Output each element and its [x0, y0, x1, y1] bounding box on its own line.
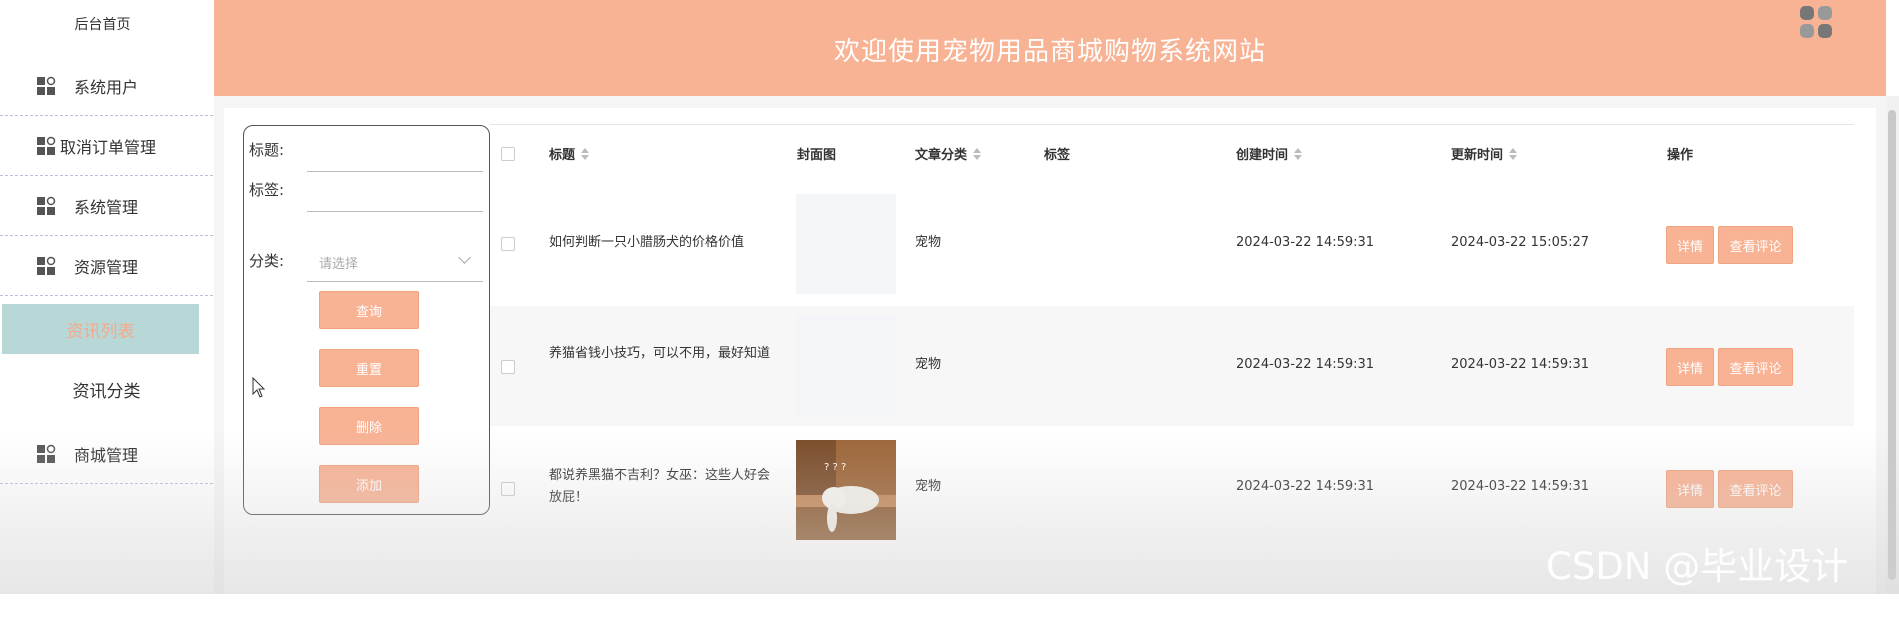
reset-button[interactable]: 重置 [319, 349, 419, 387]
sidebar-item-mall-management[interactable]: 商城管理 [0, 424, 213, 484]
sidebar-item-cancel-orders[interactable]: 取消订单管理 [0, 116, 213, 176]
detail-button[interactable]: 详情 [1666, 470, 1714, 508]
grid-icon [37, 196, 56, 215]
sidebar-item-label: 系统用户 [74, 77, 139, 97]
detail-button[interactable]: 详情 [1666, 226, 1714, 264]
sort-icon [1294, 147, 1303, 160]
table-row: 养猫省钱小技巧，可以不用，最好知道 宠物 2024-03-22 14:59:31… [490, 306, 1854, 426]
row-checkbox[interactable] [501, 237, 515, 251]
title-field-label: 标题: [249, 141, 285, 159]
row-category: 宠物 [915, 479, 942, 494]
grid-icon [37, 136, 56, 155]
row-checkbox[interactable] [501, 482, 515, 496]
sidebar-subitem-news-category[interactable]: 资讯分类 [0, 364, 213, 414]
tag-input[interactable] [307, 211, 483, 212]
row-updated: 2024-03-22 14:59:31 [1451, 357, 1590, 372]
table-top-border [490, 124, 1854, 125]
svg-text:? ? ?: ? ? ? [824, 462, 846, 473]
sidebar-item-label: 取消订单管理 [60, 137, 157, 157]
row-updated: 2024-03-22 15:05:27 [1451, 235, 1590, 250]
column-header-updated[interactable]: 更新时间 [1451, 144, 1518, 163]
column-header-cover: 封面图 [797, 144, 836, 163]
cover-image-placeholder [796, 194, 896, 294]
table-row: 都说养黑猫不吉利？女巫：这些人好会放屁！ ? ? ? 宠物 2024-03-22… [490, 428, 1854, 548]
cover-image-placeholder [796, 316, 896, 416]
row-created: 2024-03-22 14:59:31 [1236, 357, 1375, 372]
sidebar-item-system-management[interactable]: 系统管理 [0, 176, 213, 236]
tag-field-label: 标签: [249, 181, 285, 199]
sidebar-home-link[interactable]: 后台首页 [0, 14, 205, 34]
column-header-label: 操作 [1667, 148, 1694, 163]
column-header-created[interactable]: 创建时间 [1236, 144, 1303, 163]
chevron-down-icon [458, 251, 471, 264]
column-header-label: 标签 [1044, 148, 1071, 163]
query-button[interactable]: 查询 [319, 291, 419, 329]
category-select[interactable]: 请选择 [319, 253, 358, 272]
column-header-label: 创建时间 [1236, 148, 1289, 163]
scrollbar-thumb[interactable] [1888, 110, 1896, 580]
row-title: 如何判断一只小腊肠犬的价格价值 [549, 235, 745, 250]
row-checkbox[interactable] [501, 360, 515, 374]
watermark-text: CSDN @毕业设计703 [1546, 545, 1849, 633]
row-category: 宠物 [915, 357, 942, 372]
column-header-label: 标题 [549, 148, 576, 163]
sidebar-subitem-news-list[interactable]: 资讯列表 [2, 304, 199, 354]
row-category: 宠物 [915, 235, 942, 250]
table-row: 如何判断一只小腊肠犬的价格价值 宠物 2024-03-22 14:59:31 2… [490, 184, 1854, 304]
top-header: 欢迎使用宠物用品商城购物系统网站 [214, 0, 1886, 96]
column-header-category[interactable]: 文章分类 [915, 144, 982, 163]
detail-button[interactable]: 详情 [1666, 348, 1714, 386]
row-title: 养猫省钱小技巧，可以不用，最好知道 [549, 346, 771, 361]
page-title: 欢迎使用宠物用品商城购物系统网站 [833, 37, 1266, 67]
add-button[interactable]: 添加 [319, 465, 419, 503]
row-title: 都说养黑猫不吉利？女巫：这些人好会放屁！ [549, 468, 771, 505]
view-comments-button[interactable]: 查看评论 [1718, 348, 1793, 386]
column-header-label: 封面图 [797, 148, 837, 163]
sort-icon [973, 147, 982, 160]
column-header-label: 更新时间 [1451, 148, 1504, 163]
column-header-actions: 操作 [1667, 144, 1693, 163]
row-created: 2024-03-22 14:59:31 [1236, 479, 1375, 494]
column-header-label: 文章分类 [915, 148, 968, 163]
mouse-cursor-icon [252, 377, 266, 398]
column-header-title[interactable]: 标题 [549, 144, 590, 163]
sort-icon [1509, 147, 1518, 160]
sidebar-item-system-users[interactable]: 系统用户 [0, 56, 213, 116]
sidebar-item-label: 系统管理 [74, 197, 139, 217]
category-field-label: 分类: [249, 252, 285, 270]
search-form: 标题: 标签: 分类: 请选择 查询 重置 删除 添加 [243, 125, 490, 515]
sidebar-item-label: 商城管理 [74, 445, 139, 465]
grid-icon [37, 256, 56, 275]
select-all-checkbox[interactable] [501, 147, 515, 161]
title-input[interactable] [307, 171, 483, 172]
view-comments-button[interactable]: 查看评论 [1718, 470, 1793, 508]
grid-icon [37, 76, 56, 95]
sidebar: 后台首页 系统用户 取消订单管理 系统管理 资源管理 资讯列表 资讯分类 商城管… [0, 0, 215, 594]
row-created: 2024-03-22 14:59:31 [1236, 235, 1375, 250]
category-underline [307, 281, 483, 282]
delete-button[interactable]: 删除 [319, 407, 419, 445]
sidebar-item-label: 资源管理 [74, 257, 139, 277]
column-header-tags: 标签 [1044, 144, 1070, 163]
logo-icon [1800, 6, 1832, 38]
view-comments-button[interactable]: 查看评论 [1718, 226, 1793, 264]
row-updated: 2024-03-22 14:59:31 [1451, 479, 1590, 494]
sidebar-item-resource-management[interactable]: 资源管理 [0, 236, 213, 296]
cat-cover-image: ? ? ? [796, 440, 896, 540]
grid-icon [37, 444, 56, 463]
sort-icon [581, 147, 590, 160]
